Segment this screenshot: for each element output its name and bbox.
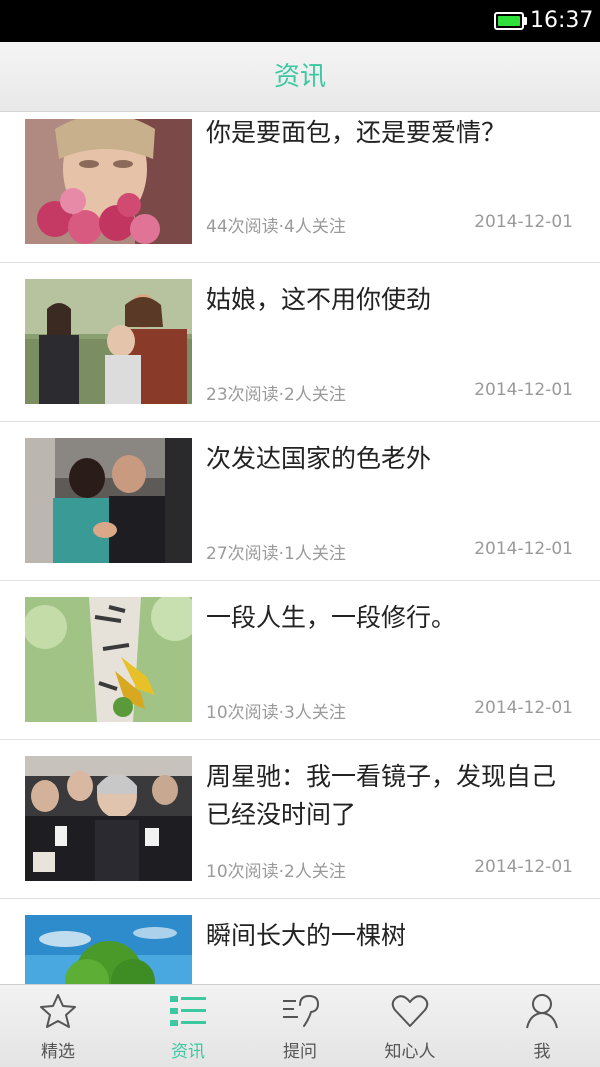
nav-tab-me[interactable]: 我 xyxy=(492,985,592,1067)
status-time: 16:37 xyxy=(530,8,594,33)
article-item[interactable]: 你是要面包，还是要爱情？ 44次阅读·4人关注 2014-12-01 xyxy=(0,112,600,263)
article-meta: 27次阅读·1人关注 xyxy=(206,544,346,564)
article-date: 2014-12-01 xyxy=(474,212,573,232)
article-title[interactable]: 你是要面包，还是要爱情？ xyxy=(206,114,576,152)
list-icon xyxy=(170,996,206,1026)
article-thumbnail xyxy=(25,279,192,404)
article-title[interactable]: 瞬间长大的一棵树 xyxy=(206,917,576,955)
article-title[interactable]: 姑娘，这不用你使劲 xyxy=(206,281,576,319)
status-bar: 16:37 xyxy=(0,0,600,42)
article-thumbnail xyxy=(25,438,192,563)
shoes-on-birch-tree-image xyxy=(25,597,192,722)
battery-cap xyxy=(524,17,527,25)
article-thumbnail xyxy=(25,597,192,722)
article-meta: 23次阅读·2人关注 xyxy=(206,385,346,405)
app-header: 资讯 xyxy=(0,42,600,112)
article-title[interactable]: 周星驰：我一看镜子，发现自己已经没时间了 xyxy=(206,758,576,834)
star-icon xyxy=(40,994,76,1028)
article-list[interactable]: 你是要面包，还是要爱情？ 44次阅读·4人关注 2014-12-01 姑娘，这不… xyxy=(0,112,600,984)
article-meta: 10次阅读·3人关注 xyxy=(206,703,346,723)
nav-label: 提问 xyxy=(283,1042,317,1062)
article-item[interactable]: 一段人生，一段修行。 10次阅读·3人关注 2014-12-01 xyxy=(0,581,600,740)
bottom-nav: 精选 资讯 提问 知心人 我 xyxy=(0,984,600,1067)
article-meta: 10次阅读·2人关注 xyxy=(206,862,346,882)
heart-icon xyxy=(391,995,429,1027)
article-item[interactable]: 次发达国家的色老外 27次阅读·1人关注 2014-12-01 xyxy=(0,422,600,581)
nav-tab-news[interactable]: 资讯 xyxy=(138,985,238,1067)
page-title: 资讯 xyxy=(273,62,326,92)
person-icon xyxy=(526,994,558,1029)
battery-level xyxy=(498,16,520,26)
article-thumbnail xyxy=(25,915,192,984)
nav-tab-featured[interactable]: 精选 xyxy=(8,985,108,1067)
article-meta: 44次阅读·4人关注 xyxy=(206,217,346,237)
couple-kissing-image xyxy=(25,438,192,563)
nav-label: 资讯 xyxy=(171,1042,205,1062)
press-crowd-image xyxy=(25,756,192,881)
article-thumbnail xyxy=(25,119,192,244)
article-title[interactable]: 一段人生，一段修行。 xyxy=(206,599,576,637)
nav-tab-ask[interactable]: 提问 xyxy=(250,985,350,1067)
nav-label: 我 xyxy=(533,1042,551,1062)
battery-icon xyxy=(494,12,524,30)
article-date: 2014-12-01 xyxy=(474,380,573,400)
article-date: 2014-12-01 xyxy=(474,698,573,718)
nav-tab-confidant[interactable]: 知心人 xyxy=(360,985,460,1067)
question-icon xyxy=(283,994,320,1027)
article-item[interactable]: 姑娘，这不用你使劲 23次阅读·2人关注 2014-12-01 xyxy=(0,263,600,422)
nav-label: 精选 xyxy=(41,1042,75,1062)
nav-label: 知心人 xyxy=(384,1042,436,1062)
woman-with-roses-image xyxy=(25,119,192,244)
article-date: 2014-12-01 xyxy=(474,857,573,877)
article-date: 2014-12-01 xyxy=(474,539,573,559)
article-thumbnail xyxy=(25,756,192,881)
couple-in-park-image xyxy=(25,279,192,404)
green-tree-image xyxy=(25,915,192,984)
article-title[interactable]: 次发达国家的色老外 xyxy=(206,440,576,478)
article-item[interactable]: 瞬间长大的一棵树 xyxy=(0,899,600,984)
article-item[interactable]: 周星驰：我一看镜子，发现自己已经没时间了 10次阅读·2人关注 2014-12-… xyxy=(0,740,600,899)
